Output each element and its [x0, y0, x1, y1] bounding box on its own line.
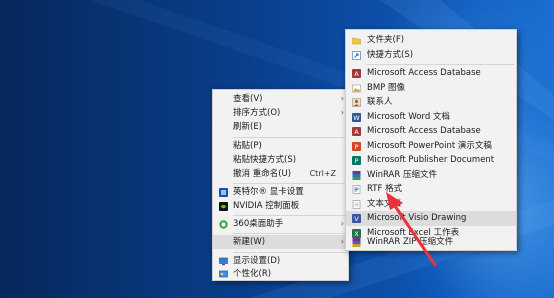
annotation-arrow — [386, 192, 437, 267]
